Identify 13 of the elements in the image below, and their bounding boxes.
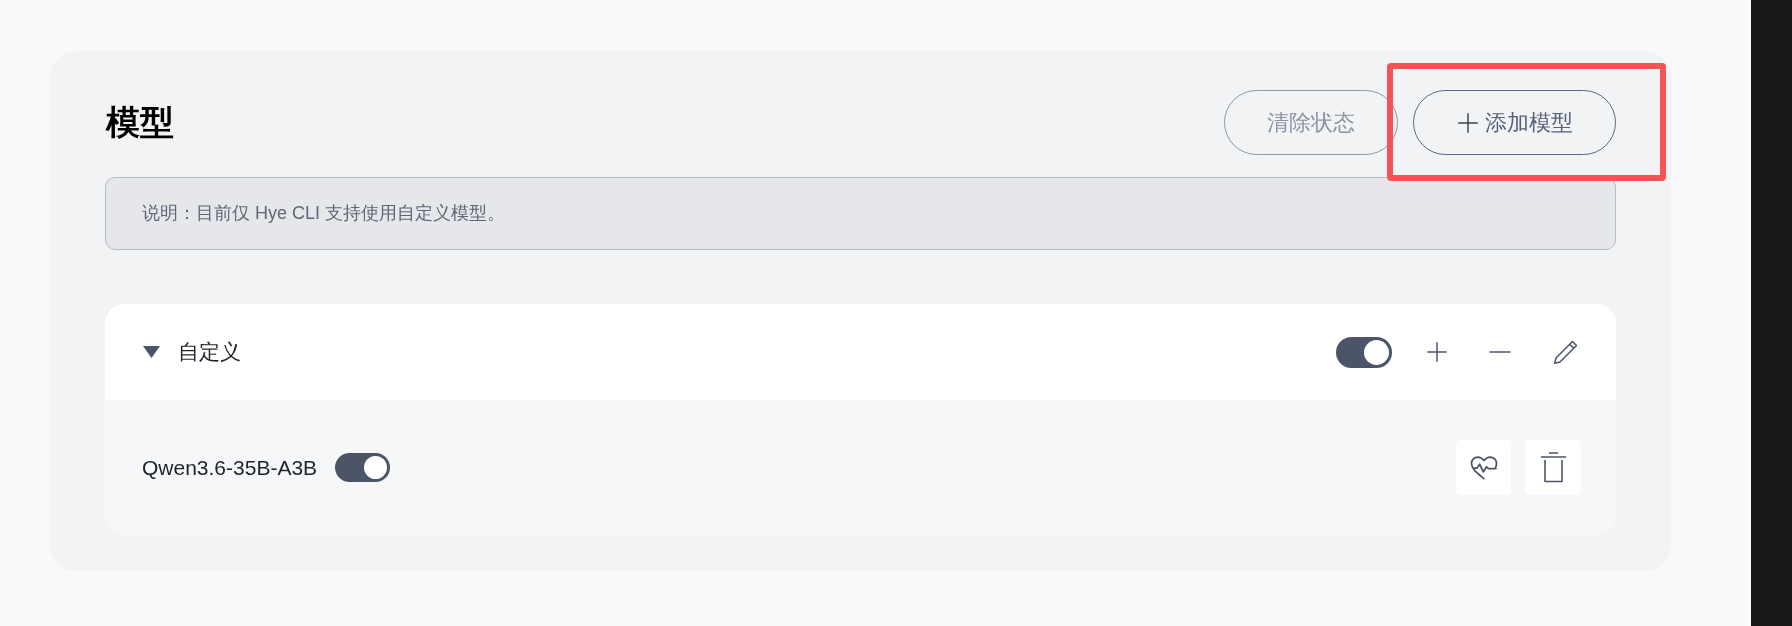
- section-title: 模型: [105, 102, 174, 143]
- model-name: Qwen3.6-35B-A3B: [142, 454, 318, 481]
- group-name: 自定义: [178, 339, 241, 366]
- heart-pulse-icon[interactable]: [1456, 440, 1511, 495]
- add-icon[interactable]: [1425, 340, 1449, 364]
- caret-icon[interactable]: [143, 346, 160, 358]
- trash-icon[interactable]: [1525, 440, 1581, 495]
- plus-icon: [1456, 111, 1479, 134]
- group-toggle[interactable]: [1336, 336, 1392, 368]
- info-note: 说明：目前仅 Hye CLI 支持使用自定义模型。: [105, 177, 1616, 250]
- pencil-icon[interactable]: [1553, 339, 1578, 365]
- model-toggle[interactable]: [335, 453, 391, 482]
- add-model-button[interactable]: 添加模型: [1413, 90, 1616, 155]
